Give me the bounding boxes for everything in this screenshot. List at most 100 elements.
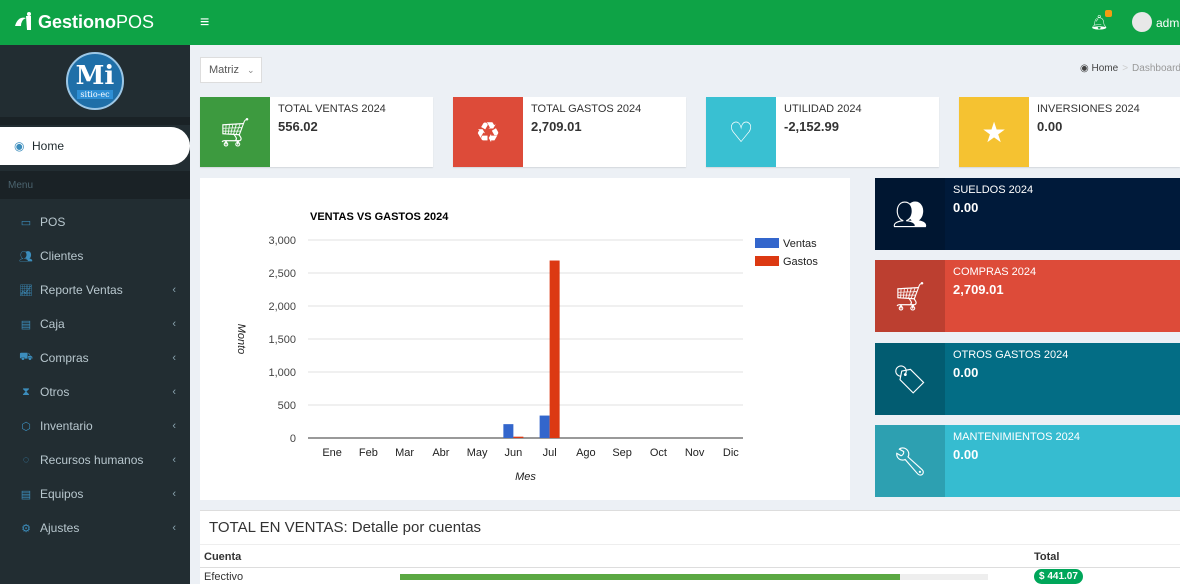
heart-icon: ♡ xyxy=(706,97,776,167)
side-box-compras: 🛒︎ COMPRAS 2024 2,709.01 xyxy=(875,260,1180,332)
star-icon: ★ xyxy=(959,97,1029,167)
progress-bar xyxy=(400,574,988,580)
x-tick-label: Oct xyxy=(650,447,667,459)
info-box-2024: ♡ UTILIDAD 2024 -2,152.99 xyxy=(706,97,939,167)
y-tick-label: 1,500 xyxy=(268,334,296,346)
sidebar-item-label: Clientes xyxy=(40,249,84,263)
sales-vs-expenses-chart: VENTAS VS GASTOS 2024 0 500 1,000 1,500 2,000… xyxy=(200,178,850,500)
people-icon: ◌ xyxy=(22,454,30,466)
company-logo-sub: sitio-ec xyxy=(77,90,113,99)
x-tick-label: Jun xyxy=(505,447,523,459)
info-box-value: 2,709.01 xyxy=(531,119,582,134)
users-icon: 👥︎ xyxy=(875,178,945,250)
sidebar-item-label: Caja xyxy=(40,317,65,331)
x-tick-label: Ago xyxy=(576,447,596,459)
chevron-left-icon: ‹ xyxy=(172,522,176,534)
chevron-left-icon: ‹ xyxy=(172,420,176,432)
table-header: Cuenta Total xyxy=(200,544,1180,568)
sidebar-item-clientes[interactable]: 👥︎ Clientes xyxy=(0,239,190,273)
side-box-label: SUELDOS 2024 xyxy=(953,184,1034,196)
recycle-icon: ♻ xyxy=(453,97,523,167)
user-name[interactable]: adm xyxy=(1156,16,1180,30)
total-badge: $ 441.07 xyxy=(1034,569,1083,584)
x-tick-label: Dic xyxy=(723,447,739,459)
chevron-left-icon: ‹ xyxy=(172,352,176,364)
brand-bold: Gestiono xyxy=(38,12,117,32)
chevron-left-icon: ‹ xyxy=(172,488,176,500)
side-box-otros: 🏷︎ OTROS GASTOS 2024 0.00 xyxy=(875,343,1180,415)
breadcrumb-home[interactable]: Home xyxy=(1092,63,1119,74)
column-header-total: Total xyxy=(1034,551,1060,563)
company-logo-letters: Mi xyxy=(75,61,115,91)
breadcrumb: ◉ Home > Dashboard xyxy=(1080,63,1180,74)
line-chart-icon: 📈︎ xyxy=(19,284,33,297)
legend-label: Gastos xyxy=(783,256,818,268)
y-tick-label: 2,000 xyxy=(268,301,296,313)
y-tick-label: 3,000 xyxy=(268,235,296,247)
chevron-left-icon: ‹ xyxy=(172,454,176,466)
legend-swatch xyxy=(755,256,779,266)
chart-title: VENTAS VS GASTOS 2024 xyxy=(310,211,449,223)
main-content: Matriz ⌄ ◉ Home > Dashboard 🛒︎ TOTAL VENTAS… xyxy=(190,45,1180,584)
bar-ventas xyxy=(503,424,514,438)
cart-icon: ⛟ xyxy=(19,351,33,363)
x-axis-label: Mes xyxy=(515,471,536,483)
info-box-label: UTILIDAD 2024 xyxy=(784,103,862,115)
user-avatar[interactable] xyxy=(1132,12,1152,32)
side-box-mantenimientos: 🔧︎ MANTENIMIENTOS 2024 0.00 xyxy=(875,425,1180,497)
topbar: ≡ 🔔︎ adm xyxy=(190,0,1180,45)
y-tick-label: 1,000 xyxy=(268,367,296,379)
chevron-down-icon: ⌄ xyxy=(246,64,255,75)
x-tick-label: Jul xyxy=(543,447,557,459)
menu-header: Menu xyxy=(0,171,190,199)
wrench-icon: 🔧︎ xyxy=(875,425,945,497)
side-box-label: COMPRAS 2024 xyxy=(953,266,1037,278)
info-box-label: TOTAL GASTOS 2024 xyxy=(531,103,642,115)
chart-svg: VENTAS VS GASTOS 2024 0 500 1,000 1,500 2,000… xyxy=(235,211,818,483)
info-box-label: TOTAL VENTAS 2024 xyxy=(278,103,386,115)
sidebar-item-caja[interactable]: ▤ Caja ‹ xyxy=(0,307,190,341)
sidebar-item-inventario[interactable]: ⬡ Inventario ‹ xyxy=(0,409,190,443)
sidebar: Gestiono POS Mi sitio-ec ◉ Home Menu ▭ POS… xyxy=(0,0,190,584)
legend-label: Ventas xyxy=(783,238,817,250)
x-tick-label: Abr xyxy=(432,447,449,459)
company-logo: Mi sitio-ec xyxy=(66,52,124,110)
info-box-2024: ★ INVERSIONES 2024 0.00 xyxy=(959,97,1180,167)
side-box-value: 0.00 xyxy=(953,200,979,215)
sidebar-item-home[interactable]: ◉ Home xyxy=(0,127,190,165)
table-title: TOTAL EN VENTAS: Detalle por cuentas xyxy=(209,519,482,536)
monitor-icon: ▭ xyxy=(20,216,32,229)
chevron-left-icon: ‹ xyxy=(172,318,176,330)
row-account: Efectivo xyxy=(204,571,244,583)
side-box-label: MANTENIMIENTOS 2024 xyxy=(953,431,1080,443)
bar-ventas xyxy=(539,415,550,438)
sidebar-item-compras[interactable]: ⛟ Compras ‹ xyxy=(0,341,190,375)
x-tick-label: Feb xyxy=(359,447,378,459)
notification-badge xyxy=(1105,10,1112,17)
breadcrumb-current: Dashboard xyxy=(1132,63,1180,74)
hamburger-icon[interactable]: ≡ xyxy=(200,14,209,32)
sidebar-item-reporte-ventas[interactable]: 📈︎ Reporte Ventas ‹ xyxy=(0,273,190,307)
sidebar-item-label: Home xyxy=(32,139,65,153)
branch-select[interactable]: Matriz ⌄ xyxy=(200,57,262,83)
info-box-ventas: 🛒︎ TOTAL VENTAS 2024 556.02 xyxy=(200,97,433,167)
sidebar-item-recursos-humanos[interactable]: ◌ Recursos humanos ‹ xyxy=(0,443,190,477)
sidebar-item-equipos[interactable]: ▤ Equipos ‹ xyxy=(0,477,190,511)
info-box-label: INVERSIONES 2024 xyxy=(1037,103,1140,115)
sidebar-item-label: Reporte Ventas xyxy=(40,283,123,297)
info-box-value: 0.00 xyxy=(1037,119,1063,134)
side-box-value: 0.00 xyxy=(953,447,979,462)
sidebar-item-otros[interactable]: ⧗ Otros ‹ xyxy=(0,375,190,409)
sidebar-item-ajustes[interactable]: ⚙ Ajustes ‹ xyxy=(0,511,190,545)
logo-mark-icon xyxy=(15,12,31,30)
bar-gastos xyxy=(513,436,524,438)
y-axis-label: Monto xyxy=(235,324,247,355)
x-tick-label: Mar xyxy=(395,447,414,459)
brand-logo[interactable]: Gestiono POS xyxy=(0,0,190,45)
cart-download-icon: 🛒︎ xyxy=(875,260,945,332)
tag-icon: 🏷︎ xyxy=(875,343,945,415)
y-tick-label: 2,500 xyxy=(268,268,296,280)
brand-light: POS xyxy=(116,12,155,32)
sidebar-item-pos[interactable]: ▭ POS xyxy=(0,205,190,239)
x-tick-label: May xyxy=(467,447,488,459)
